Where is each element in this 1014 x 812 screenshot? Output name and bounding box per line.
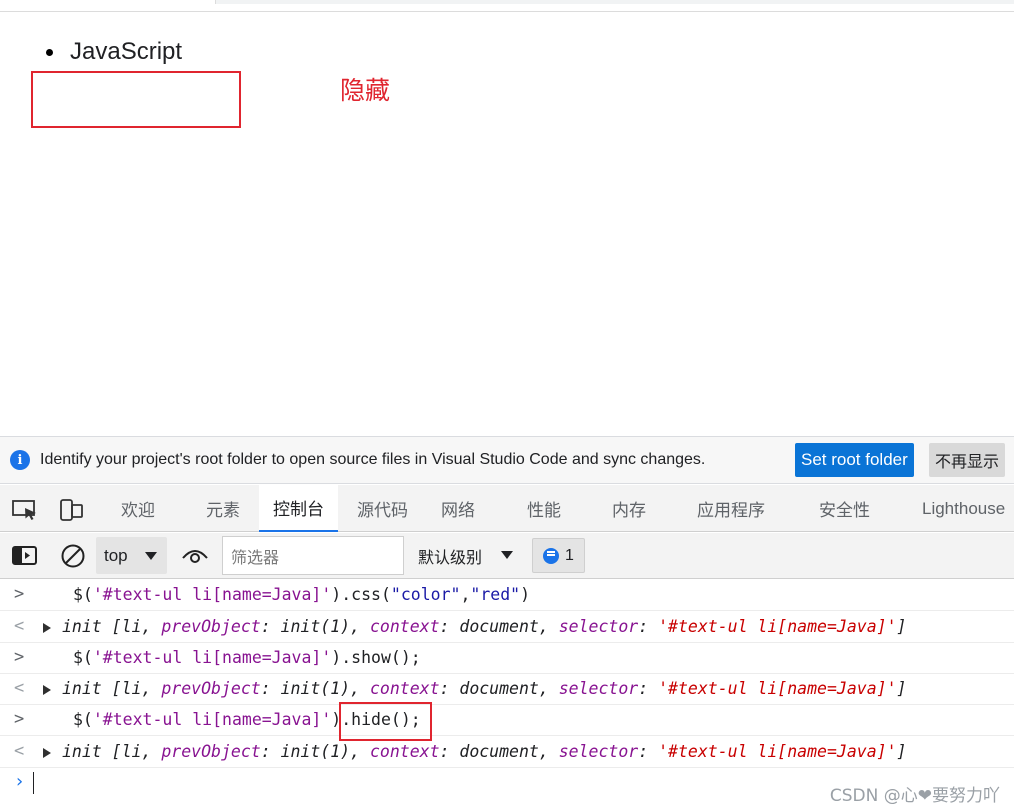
console-result: init [li, prevObject: init(1), context: … [62,742,907,761]
message-bubble-icon [543,547,560,564]
log-levels-dropdown[interactable]: 默认级别 [418,544,482,568]
hidden-item-outline [31,71,241,128]
inspect-element-icon[interactable] [12,499,38,521]
input-chevron-icon: > [14,647,25,667]
expand-triangle-icon[interactable] [43,685,51,695]
tab-memory[interactable]: 内存 [612,485,646,532]
watermark: CSDN @心❤要努力吖 [829,786,1000,806]
input-chevron-icon: > [14,584,25,604]
live-expression-eye-icon[interactable] [181,546,209,566]
tab-strip [215,0,1014,4]
chevron-down-icon [145,552,157,560]
console-command: $('#text-ul li[name=Java]').show(); [73,648,421,667]
set-root-folder-button[interactable]: Set root folder [795,443,914,477]
console-prompt-input[interactable] [33,772,34,794]
input-chevron-icon: > [14,709,25,729]
clear-console-icon[interactable] [60,543,86,569]
console-command: $('#text-ul li[name=Java]').css("color",… [73,585,530,604]
expand-triangle-icon[interactable] [43,623,51,633]
hidden-annotation-label: 隐藏 [340,76,391,105]
list-item-javascript: JavaScript [46,37,182,67]
messages-count-button[interactable]: 1 [532,538,585,573]
console-log: > $('#text-ul li[name=Java]').css("color… [0,580,1014,812]
messages-count: 1 [565,546,574,564]
console-result: init [li, prevObject: init(1), context: … [62,617,907,636]
output-chevron-icon: < [14,616,25,636]
output-chevron-icon: < [14,678,25,698]
console-result: init [li, prevObject: init(1), context: … [62,679,907,698]
console-output-row[interactable]: < init [li, prevObject: init(1), context… [0,674,1014,705]
dont-show-again-button[interactable]: 不再显示 [929,443,1006,477]
devtools-tab-bar: 欢迎 元素 控制台 源代码 网络 性能 内存 应用程序 安全性 Lighthou… [0,485,1014,532]
info-icon: i [10,450,30,470]
tab-performance[interactable]: 性能 [527,485,561,532]
infobar: i Identify your project's root folder to… [0,436,1014,484]
context-select[interactable]: top [96,537,167,574]
filter-input[interactable]: 筛选器 [222,536,404,575]
tab-network[interactable]: 网络 [441,485,475,532]
tab-lighthouse[interactable]: Lighthouse [922,485,1005,532]
expand-triangle-icon[interactable] [43,748,51,758]
console-input-row[interactable]: > $('#text-ul li[name=Java]').hide(); [0,705,1014,736]
device-emulation-icon[interactable] [58,499,84,521]
tab-console[interactable]: 控制台 [259,485,338,532]
console-input-row[interactable]: > $('#text-ul li[name=Java]').css("color… [0,580,1014,611]
console-output-row[interactable]: < init [li, prevObject: init(1), context… [0,737,1014,768]
console-output-row[interactable]: < init [li, prevObject: init(1), context… [0,612,1014,643]
sidebar-toggle-icon[interactable] [12,545,38,567]
tab-welcome[interactable]: 欢迎 [121,485,155,532]
output-chevron-icon: < [14,741,25,761]
hide-call-highlight [339,702,432,741]
page-preview: JavaScript 隐藏 [0,13,1014,436]
console-prompt-icon: › [14,771,25,792]
context-select-value: top [104,545,128,565]
chevron-down-icon[interactable] [501,551,513,559]
tab-security[interactable]: 安全性 [819,485,870,532]
tab-application[interactable]: 应用程序 [697,485,765,532]
tab-sources[interactable]: 源代码 [357,485,408,532]
text-list: JavaScript [46,37,182,67]
console-toolbar: top 筛选器 默认级别 1 [0,533,1014,579]
browser-top-edge [0,0,1014,12]
console-input-row[interactable]: > $('#text-ul li[name=Java]').show(); [0,643,1014,674]
tab-elements[interactable]: 元素 [206,485,240,532]
infobar-message: Identify your project's root folder to o… [40,451,706,468]
